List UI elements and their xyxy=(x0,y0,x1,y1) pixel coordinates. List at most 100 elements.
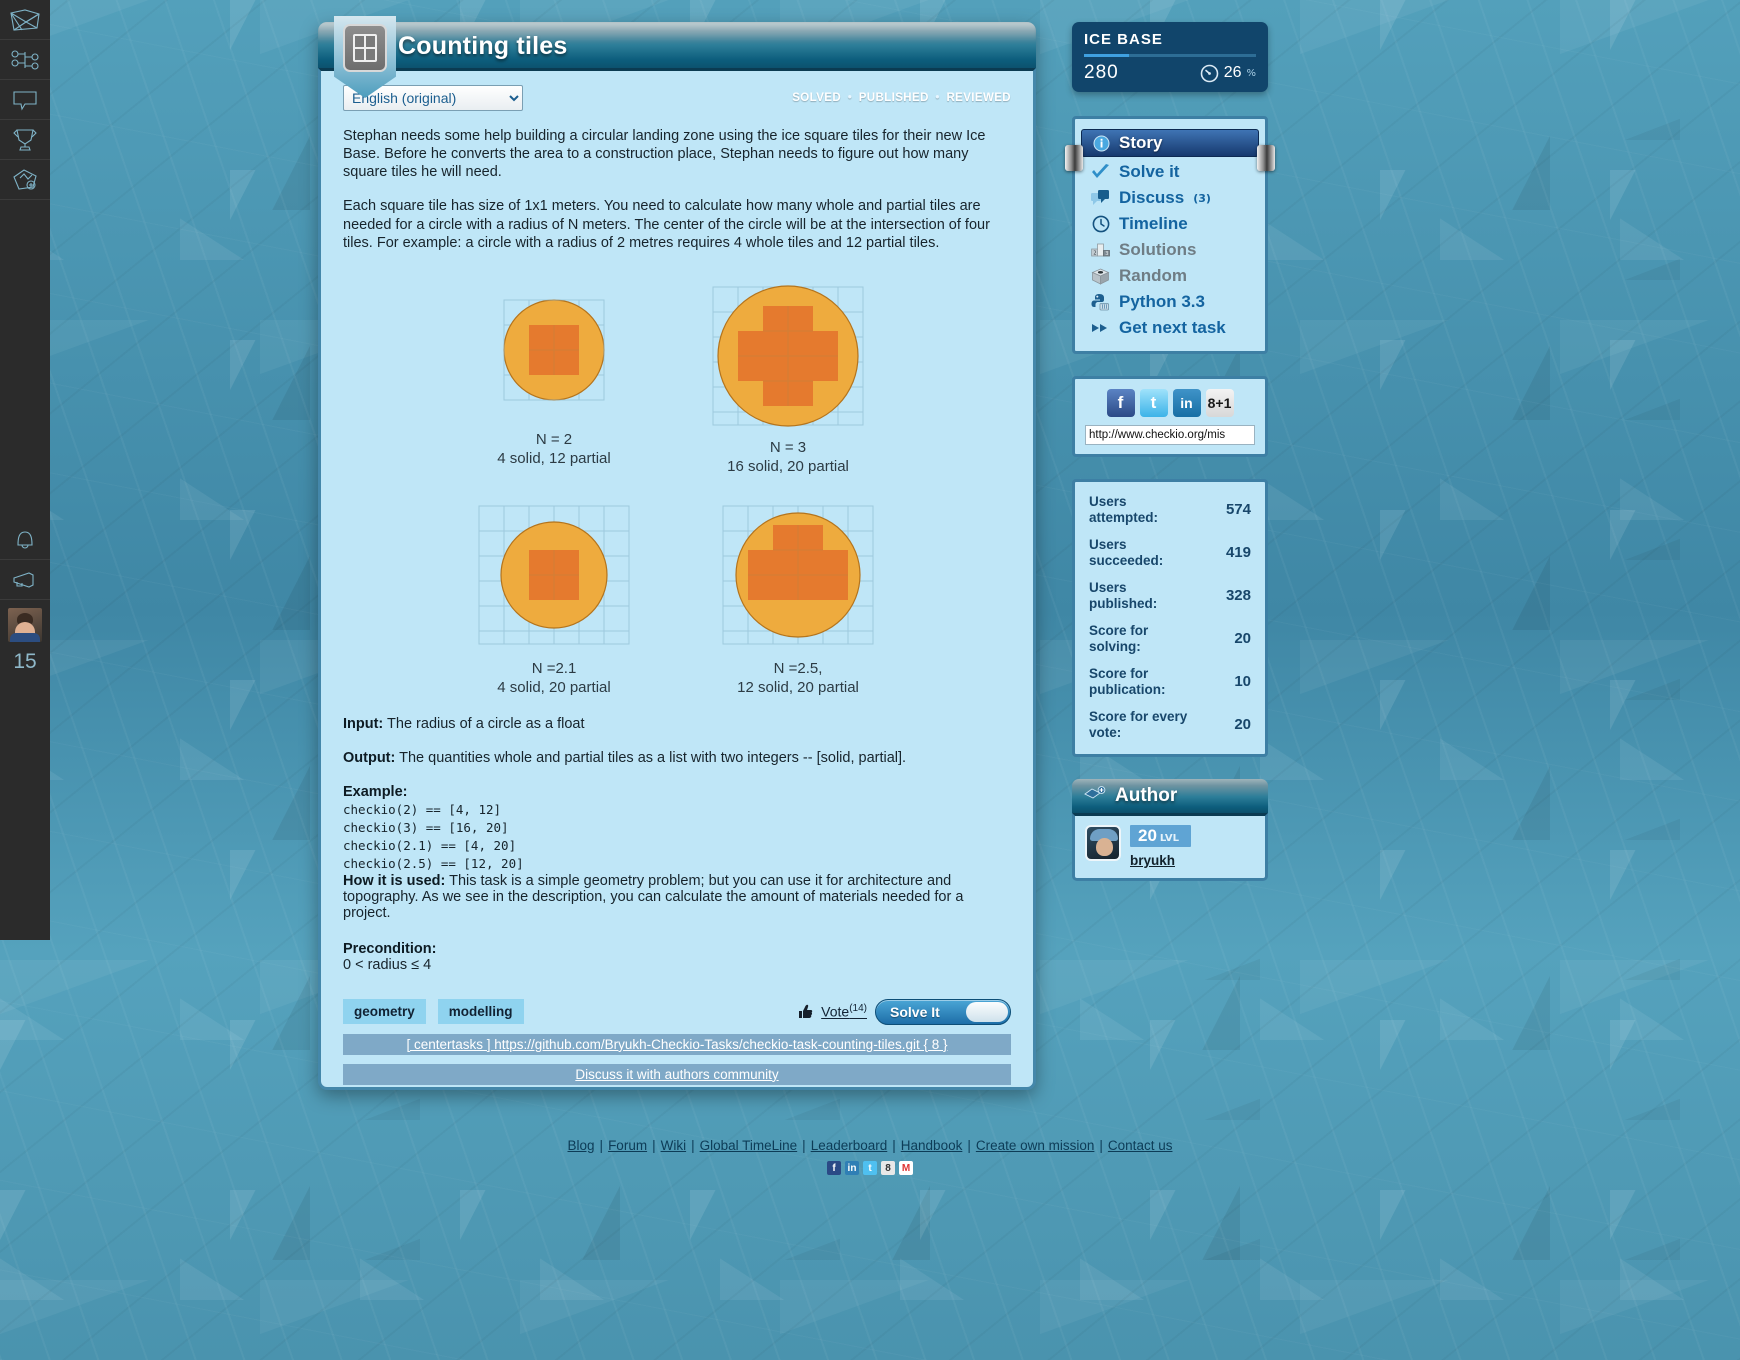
ice-base-progress xyxy=(1084,54,1256,57)
facebook-icon[interactable]: f xyxy=(827,1161,841,1175)
status-reviewed: REVIEWED xyxy=(946,92,1011,104)
figure-n3-diagram xyxy=(712,285,864,427)
figure-n2-caption-1: N = 2 xyxy=(535,430,573,448)
megaphone-icon[interactable] xyxy=(0,560,50,600)
footer-link-contact-us[interactable]: Contact us xyxy=(1108,1138,1173,1153)
author-avatar[interactable] xyxy=(1085,825,1121,862)
howused-section: How it is used: This task is a simple ge… xyxy=(343,873,1011,921)
nav-item-get-next-task[interactable]: Get next task xyxy=(1075,315,1265,341)
nav-random-label: Random xyxy=(1119,266,1187,285)
footer-link-forum[interactable]: Forum xyxy=(608,1138,647,1153)
footer-link-global-timeline[interactable]: Global TimeLine xyxy=(700,1138,798,1153)
tags-and-actions: geometry modelling Vote(14) Solve It xyxy=(343,998,1011,1025)
bell-icon[interactable] xyxy=(0,520,50,560)
output-text: The quantities whole and partial tiles a… xyxy=(399,749,907,766)
footer-link-wiki[interactable]: Wiki xyxy=(661,1138,687,1153)
twitter-share-button[interactable]: t xyxy=(1139,389,1168,417)
nav-item-story[interactable]: Story xyxy=(1081,129,1259,157)
figure-row-top: N = 2 4 solid, 12 partial N = 3 16 solid… xyxy=(343,278,1011,477)
stat-row-users-succeeded: Users succeeded: 419 xyxy=(1089,537,1251,568)
example-line-2: checkio(3) == [16, 20] xyxy=(343,819,509,835)
comments-icon xyxy=(1091,189,1110,208)
figure-n25-diagram xyxy=(722,505,874,645)
googleplus-icon[interactable]: 8 xyxy=(881,1161,895,1175)
footer-sep: | xyxy=(892,1138,896,1153)
twitter-icon[interactable]: t xyxy=(863,1161,877,1175)
nav-story-label: Story xyxy=(1119,133,1163,152)
footer-sep: | xyxy=(599,1138,604,1153)
stat-value: 328 xyxy=(1225,587,1251,605)
stat-value: 10 xyxy=(1234,673,1251,691)
example-line-1: checkio(2) == [4, 12] xyxy=(343,801,502,817)
repo-link[interactable]: [ centertasks ] https://github.com/Bryuk… xyxy=(343,1033,1011,1055)
nav-item-solve-it[interactable]: Solve it xyxy=(1075,159,1265,185)
output-section: Output: The quantities whole and partial… xyxy=(343,750,1011,766)
footer-link-create-own-mission[interactable]: Create own mission xyxy=(976,1138,1095,1153)
task-card: Counting tiles English (original) SOLVED… xyxy=(318,16,1036,1090)
user-level: 15 xyxy=(13,650,37,673)
figure-n2: N = 2 4 solid, 12 partial xyxy=(482,278,626,477)
nav-item-solutions[interactable]: 23 Solutions xyxy=(1075,237,1265,263)
facebook-share-button[interactable]: f xyxy=(1106,389,1135,417)
figure-row-bottom: N =2.1 4 solid, 20 partial N =2.5, 12 so… xyxy=(343,499,1011,698)
nav-item-python[interactable]: III Python 3.3 xyxy=(1075,289,1265,315)
network-icon[interactable] xyxy=(0,40,50,80)
python-icon: III xyxy=(1091,293,1110,312)
footer-link-blog[interactable]: Blog xyxy=(568,1138,595,1153)
thumbs-up-icon xyxy=(799,1005,813,1019)
nav-item-random[interactable]: Random xyxy=(1075,263,1265,289)
vote-count: (14) xyxy=(849,1003,867,1015)
share-url-input[interactable] xyxy=(1085,425,1255,445)
linkedin-share-button[interactable]: in xyxy=(1172,389,1201,417)
linkedin-icon[interactable]: in xyxy=(845,1161,859,1175)
speech-bubble-icon[interactable] xyxy=(0,80,50,120)
figure-n21-caption-1: N =2.1 xyxy=(531,659,577,677)
solve-it-button[interactable]: Solve It xyxy=(875,998,1011,1025)
ice-base-panel: ICE BASE 280 26 % xyxy=(1072,22,1268,92)
vote-label: Vote xyxy=(821,1004,850,1021)
input-text: The radius of a circle as a float xyxy=(387,715,585,732)
ice-base-percent-symbol: % xyxy=(1246,67,1256,79)
output-label: Output: xyxy=(343,749,396,766)
nav-item-discuss[interactable]: Discuss (3) xyxy=(1075,185,1265,211)
add-map-icon[interactable] xyxy=(0,160,50,200)
nav-get-next-task-label: Get next task xyxy=(1119,318,1226,337)
discuss-authors-link[interactable]: Discuss it with authors community xyxy=(343,1063,1011,1085)
stat-key: Score for every vote: xyxy=(1089,709,1188,740)
howused-label: How it is used: xyxy=(343,872,446,889)
mail-icon[interactable] xyxy=(0,0,50,40)
footer-link-leaderboard[interactable]: Leaderboard xyxy=(811,1138,888,1153)
author-username-link[interactable]: bryukh xyxy=(1130,853,1255,868)
gmail-icon[interactable]: M xyxy=(899,1161,913,1175)
tag-modelling[interactable]: modelling xyxy=(437,999,524,1025)
status-separator-1: • xyxy=(847,92,853,104)
nav-solutions-label: Solutions xyxy=(1119,240,1197,259)
task-nav-panel: Story Solve it Discuss (3) Timeline 2 3 … xyxy=(1065,116,1275,354)
author-level-suffix: LVL xyxy=(1159,833,1180,845)
task-toolbar: English (original) SOLVED • PUBLISHED • … xyxy=(343,85,1011,111)
statistics-panel: Users attempted: 574 Users succeeded: 41… xyxy=(1072,479,1268,758)
ice-base-percent: 26 xyxy=(1223,64,1242,81)
svg-text:III: III xyxy=(1101,305,1107,311)
footer-link-handbook[interactable]: Handbook xyxy=(901,1138,963,1153)
stat-key: Score for solving: xyxy=(1089,623,1149,654)
precondition-section: Precondition: 0 < radius ≤ 4 xyxy=(343,941,1011,973)
trophy-icon[interactable] xyxy=(0,120,50,160)
vote-link[interactable]: Vote(14) xyxy=(821,1003,867,1020)
status-badge: SOLVED • PUBLISHED • REVIEWED xyxy=(792,92,1011,104)
avatar[interactable] xyxy=(0,600,50,642)
solve-it-label: Solve It xyxy=(890,1003,940,1020)
tag-geometry[interactable]: geometry xyxy=(343,999,426,1025)
figure-n3-caption-2: 16 solid, 20 partial xyxy=(727,458,849,476)
nav-item-timeline[interactable]: Timeline xyxy=(1075,211,1265,237)
stat-key: Score for publication: xyxy=(1089,666,1166,697)
example-label: Example: xyxy=(343,783,408,800)
googleplus-share-button[interactable]: 8+1 xyxy=(1205,389,1234,417)
check-icon xyxy=(1091,163,1110,182)
status-solved: SOLVED xyxy=(792,92,842,104)
page-footer: Blog | Forum | Wiki | Global TimeLine | Leaderbo… xyxy=(0,1138,1740,1175)
page-title: Counting tiles xyxy=(398,32,568,60)
stat-key: Users attempted: xyxy=(1089,494,1159,525)
bolt-right-icon xyxy=(1257,145,1275,171)
vote-block: Vote(14) Solve It xyxy=(796,998,1011,1025)
